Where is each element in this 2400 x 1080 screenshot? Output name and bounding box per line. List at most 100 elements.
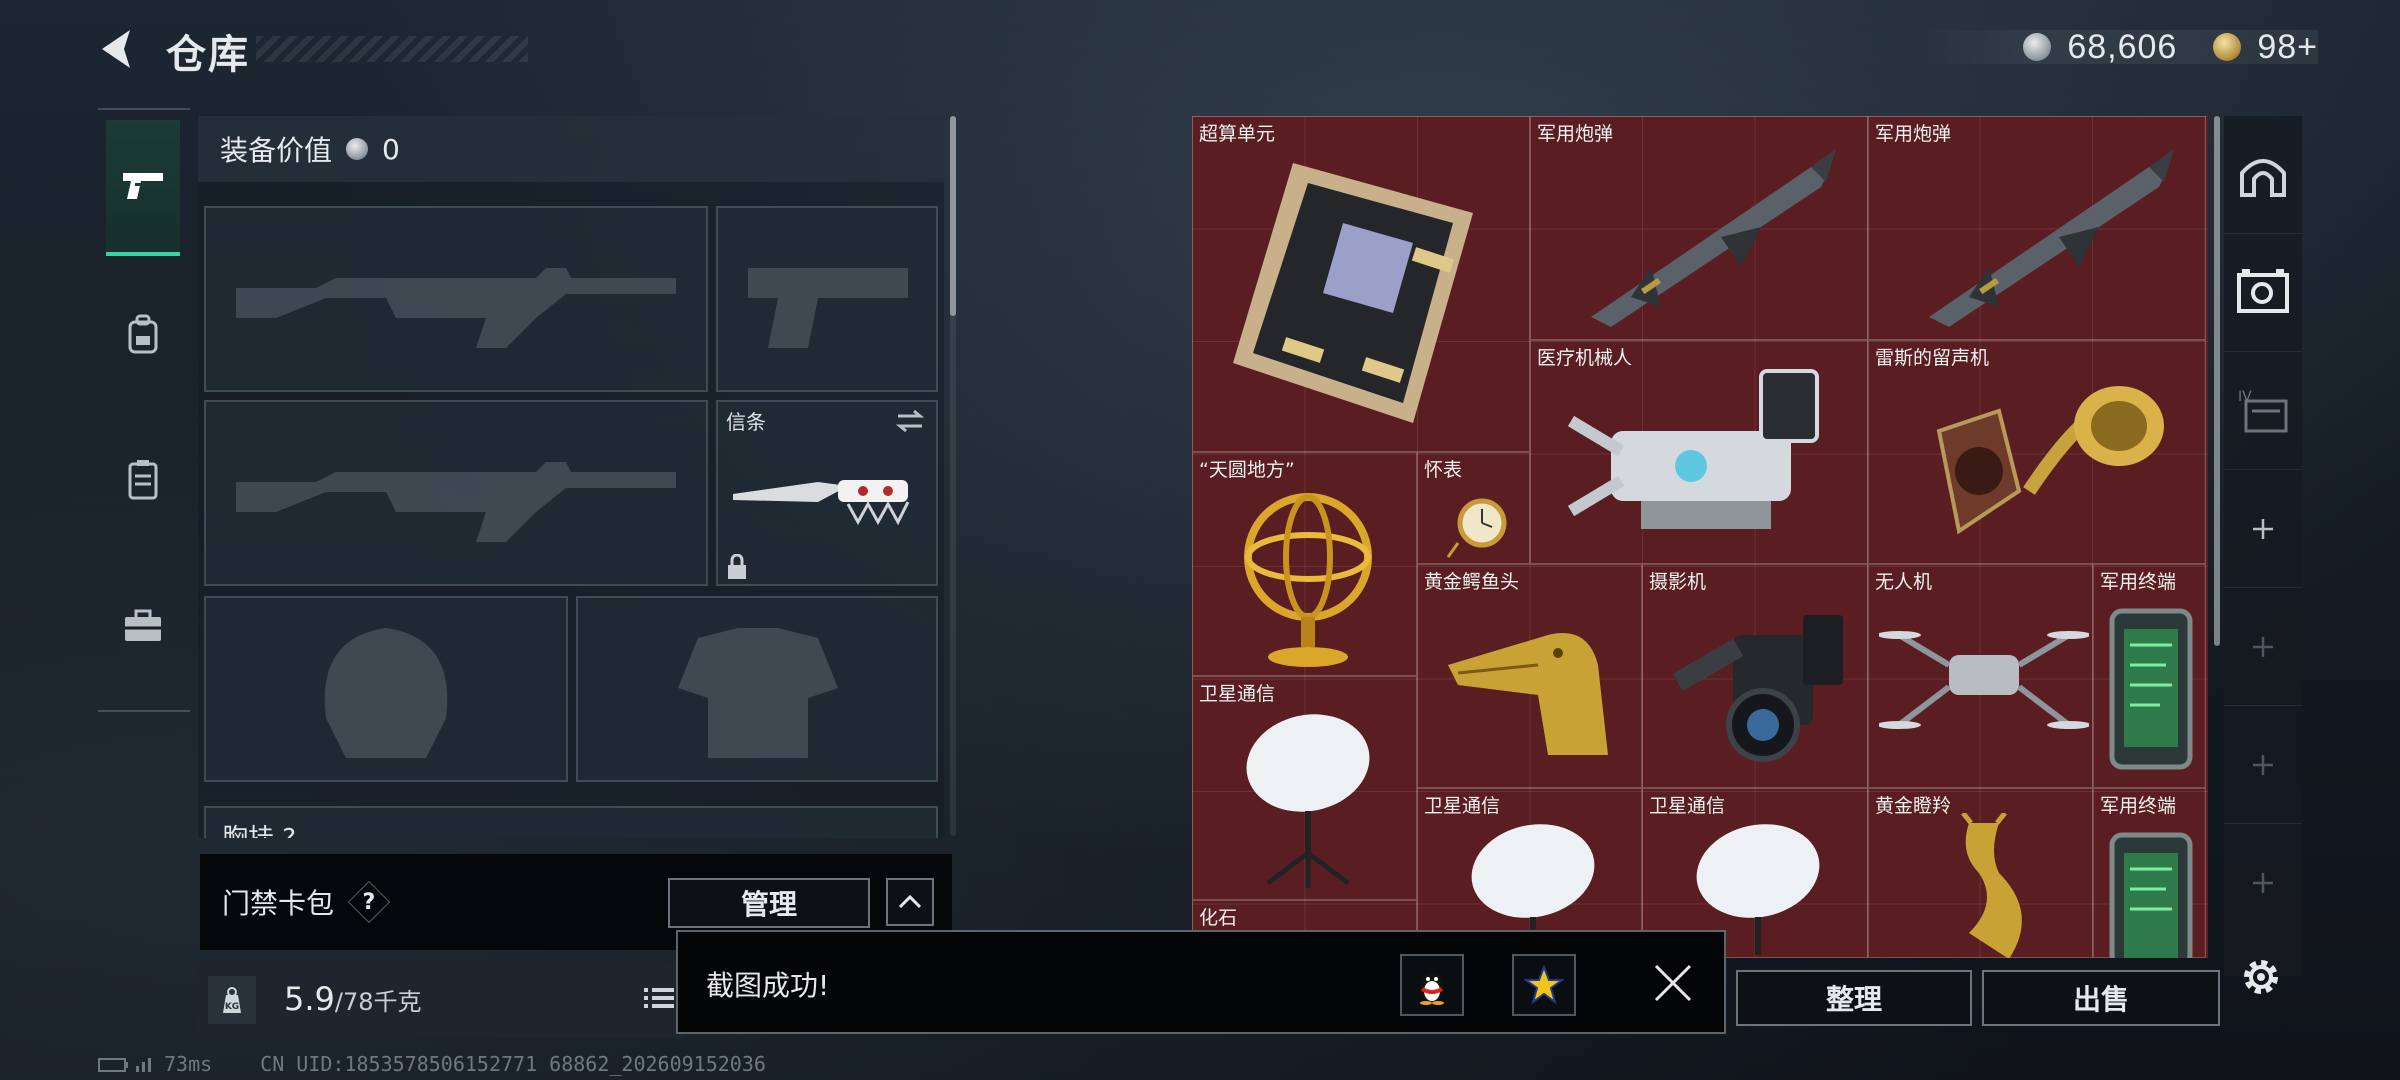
add-stash-tab[interactable] — [2224, 470, 2302, 588]
rifle-silhouette-icon — [236, 462, 676, 542]
stash-item-gramophone[interactable]: 雷斯的留声机 — [1868, 340, 2206, 564]
add-stash-tab[interactable] — [2224, 824, 2302, 942]
equipment-scrollbar[interactable] — [950, 116, 956, 316]
gold-coin-icon — [2213, 33, 2242, 61]
stash-item-artillery-shell[interactable]: 军用炮弹 — [1868, 116, 2206, 340]
pistol-silhouette-icon — [748, 268, 908, 348]
item-name: 化石 — [1199, 907, 1238, 929]
close-icon — [1654, 964, 1692, 1002]
equipment-panel: 装备价值 0 信条 — [198, 116, 944, 838]
stash-grid: 超算单元 军用炮弹 军用炮弹 医疗机械人 雷斯的留声机 “天圆地方” 怀表 黄金… — [1192, 116, 2208, 958]
silver-coin-icon — [346, 138, 369, 160]
status-footer: 73ms CN UID:1853578506152771 68862_20260… — [98, 1052, 766, 1076]
melee-label: 信条 — [726, 410, 766, 434]
gold-amount[interactable]: 98+ — [2257, 28, 2318, 67]
share-qq-button[interactable] — [1400, 954, 1464, 1016]
list-view-button[interactable] — [640, 976, 680, 1020]
tab-stash-2[interactable] — [2224, 234, 2302, 352]
sell-button[interactable]: 出售 — [1982, 970, 2220, 1026]
item-name: 军用终端 — [2100, 571, 2177, 593]
chest-rig-slot[interactable]: 胸挂 ? — [204, 806, 938, 838]
chest-rig-label: 胸挂 ? — [222, 818, 296, 838]
manage-button[interactable]: 管理 — [668, 878, 870, 928]
sort-button[interactable]: 整理 — [1736, 970, 1972, 1026]
silver-coin-icon — [2023, 33, 2052, 61]
tab-stash-4[interactable]: IV — [2224, 352, 2302, 470]
stash-panel: 超算单元 军用炮弹 军用炮弹 医疗机械人 雷斯的留声机 “天圆地方” 怀表 黄金… — [1192, 116, 2208, 958]
svg-text:IV: IV — [2238, 389, 2252, 405]
help-icon[interactable]: ? — [347, 880, 391, 924]
back-button[interactable] — [96, 26, 142, 72]
helmet-silhouette-icon — [324, 628, 448, 758]
stash-iv-icon: IV — [2238, 389, 2288, 432]
uid-readout: CN UID:1853578506152771 68862_2026091520… — [260, 1052, 766, 1076]
help-glyph: ? — [362, 889, 376, 915]
toast-close-button[interactable] — [1648, 958, 1698, 1008]
pistol-slot[interactable] — [716, 206, 938, 392]
stash-scrollbar[interactable] — [2214, 116, 2220, 646]
stash-item-golden-crocodile[interactable]: 黄金鳄鱼头 — [1417, 564, 1642, 788]
terminal-icon — [2109, 608, 2193, 770]
stash-item-armillary-sphere[interactable]: “天圆地方” — [1192, 452, 1417, 676]
armor-slot[interactable] — [576, 596, 938, 782]
stash-tabs: IV — [2224, 116, 2302, 976]
add-stash-tab[interactable] — [2224, 588, 2302, 706]
item-name: 军用终端 — [2100, 795, 2177, 817]
swap-icon[interactable] — [894, 408, 926, 434]
chevron-up-icon — [898, 895, 922, 909]
karambit-knife-icon — [733, 480, 910, 526]
stash-item-military-terminal[interactable]: 军用终端 — [2093, 564, 2206, 788]
share-qzone-button[interactable] — [1512, 954, 1576, 1016]
rifle-silhouette-icon — [236, 268, 676, 348]
nav-item-vest[interactable] — [106, 412, 180, 548]
weight-readout: 5.9/78千克 — [284, 980, 422, 1018]
item-name: 黄金鳄鱼头 — [1424, 571, 1520, 593]
melee-slot[interactable]: 信条 — [716, 400, 938, 586]
weight-current: 5.9 — [284, 980, 335, 1018]
nav-item-case[interactable] — [106, 558, 180, 694]
silver-amount: 68,606 — [2067, 27, 2178, 66]
svg-text:KG: KG — [225, 1002, 239, 1012]
stash-item-satellite-comm[interactable]: 卫星通信 — [1192, 676, 1417, 900]
stash-item-golden-gazelle[interactable]: 黄金瞪羚 — [1868, 788, 2093, 958]
golden-gazelle-icon — [1961, 813, 2022, 958]
category-nav — [98, 108, 190, 712]
keycard-label: 门禁卡包 — [222, 887, 335, 920]
pistol-icon — [123, 173, 163, 199]
item-name: 雷斯的留声机 — [1875, 347, 1990, 369]
item-name: 卫星通信 — [1424, 795, 1501, 817]
stash-item-drone[interactable]: 无人机 — [1868, 564, 2093, 788]
toast-message: 截图成功! — [706, 969, 830, 1002]
equipment-value-header: 装备价值 0 — [198, 116, 944, 182]
stash-item-supercomputer[interactable]: 超算单元 — [1192, 116, 1530, 452]
page-title: 仓库 — [166, 32, 250, 78]
equipment-value: 0 — [382, 132, 400, 166]
vest-icon — [128, 460, 158, 500]
settings-button[interactable] — [2236, 952, 2286, 1002]
item-name: 摄影机 — [1649, 571, 1707, 593]
equipment-value-label: 装备价值 — [220, 134, 333, 167]
item-name: 怀表 — [1424, 459, 1463, 481]
stash-item-medical-robot[interactable]: 医疗机械人 — [1530, 340, 1868, 564]
nav-item-weapons[interactable] — [106, 120, 180, 256]
stash-item-pocket-watch[interactable]: 怀表 — [1417, 452, 1530, 564]
item-name: 超算单元 — [1199, 123, 1276, 145]
nav-item-backpack[interactable] — [106, 266, 180, 402]
add-stash-tab[interactable] — [2224, 706, 2302, 824]
primary-weapon-slot[interactable] — [204, 206, 708, 392]
stash-item-military-terminal[interactable]: 军用终端 — [2093, 788, 2206, 958]
camera-icon — [1672, 615, 1843, 762]
medical-robot-icon — [1567, 369, 1819, 529]
weight-icon: KG — [208, 976, 256, 1024]
plus-icon — [2253, 873, 2273, 893]
armillary-sphere-icon — [1244, 493, 1372, 667]
helmet-slot[interactable] — [204, 596, 568, 782]
stash-item-camera[interactable]: 摄影机 — [1642, 564, 1868, 788]
stash-item-artillery-shell[interactable]: 军用炮弹 — [1530, 116, 1868, 340]
tab-main-stash[interactable] — [2224, 116, 2302, 234]
title-decoration — [256, 36, 528, 62]
collapse-button[interactable] — [886, 878, 934, 926]
golden-crocodile-icon — [1448, 633, 1608, 755]
screenshot-toast: 截图成功! — [676, 930, 1726, 1034]
secondary-weapon-slot[interactable] — [204, 400, 708, 586]
